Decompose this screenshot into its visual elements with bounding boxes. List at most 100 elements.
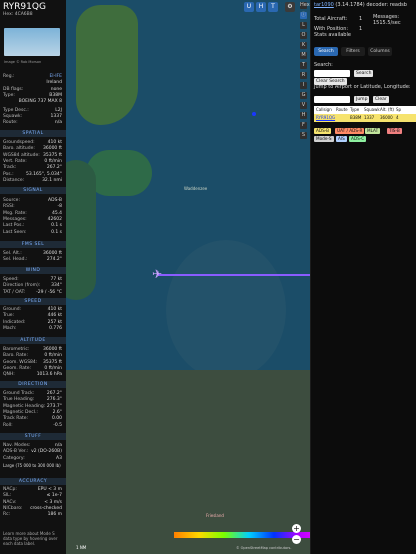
spatial-label: Distance: <box>3 177 25 183</box>
app-name[interactable]: tar1090 <box>314 2 334 8</box>
accuracy-value: < 3 m/s <box>44 499 62 505</box>
jump-label: Jump to Airport or Latitude, Longitude: <box>314 84 411 90</box>
stuff-label: Nav. Modes: <box>3 443 31 448</box>
section-direction: DIRECTION <box>0 381 66 388</box>
accuracy-row: Rc: 186 m <box>3 512 62 518</box>
clear-button[interactable]: Clear <box>373 96 389 103</box>
wind-value: 334° <box>51 283 62 289</box>
altitude-label: Barometric: <box>3 347 30 352</box>
side-button-6[interactable]: T <box>300 62 307 69</box>
search-button[interactable]: Search <box>354 70 374 77</box>
side-button-7[interactable]: R <box>300 72 307 79</box>
table-cell-2: B38M <box>350 115 362 120</box>
accuracy-value: 186 m <box>47 512 62 518</box>
spatial-label: Track: <box>3 165 17 171</box>
app-version: (3.14.1784) decoder: readsb <box>335 2 407 8</box>
app-title[interactable]: tar1090 (3.14.1784) decoder: readsb <box>314 2 407 8</box>
side-button-13[interactable]: S <box>300 132 307 139</box>
badge-5: AIS <box>336 136 347 142</box>
fms-label: Sel. Alt.: <box>3 251 22 256</box>
signal-value: ADS-B <box>48 198 62 203</box>
table-header-5[interactable]: Sp <box>396 106 401 114</box>
spatial-row: Pos.: 53.165°, 5.034° <box>3 172 62 178</box>
route: n/a <box>54 120 62 125</box>
settings-icon[interactable]: ⚙ <box>285 2 295 12</box>
badge-2: MLAT <box>365 128 381 134</box>
aircraft-icon[interactable]: ✈ <box>152 267 162 281</box>
map-button-h[interactable]: H <box>256 2 266 12</box>
speed-value: 0.776 <box>49 325 62 331</box>
country: Ireland <box>46 80 62 85</box>
altitude-label: Geom. WGS84: <box>3 359 38 365</box>
section-altitude: ALTITUDE <box>0 337 66 344</box>
tab-columns[interactable]: Columns <box>368 47 392 56</box>
map-view[interactable]: ✈ Waddenzee Friesland U H T ⚙ 1 NM © Ope… <box>66 0 310 554</box>
altitude-label: Geom. Rate: <box>3 365 32 371</box>
side-button-9[interactable]: G <box>300 92 307 99</box>
side-button-8[interactable]: I <box>300 82 307 89</box>
table-row[interactable]: RYR91QG B38M 1337 36000 4 <box>314 114 416 122</box>
jump-input[interactable] <box>314 96 350 103</box>
accuracy-label: NACv: <box>3 499 17 505</box>
aircraft-photo[interactable] <box>4 28 60 56</box>
table-header-0[interactable]: Callsign <box>316 106 332 114</box>
signal-value: 45.4 <box>51 210 62 216</box>
direction-label: Track Rate: <box>3 416 29 422</box>
side-button-0[interactable]: Hex <box>300 2 310 9</box>
side-button-10[interactable]: V <box>300 102 307 109</box>
accuracy-row: NICbaro: cross-checked <box>3 506 62 512</box>
side-button-3[interactable]: O <box>300 32 307 39</box>
direction-row: Magnetic Decl.: 2.6° <box>3 410 62 416</box>
position-marker <box>252 112 256 116</box>
table-header-4[interactable]: Alt. (ft) <box>380 106 394 114</box>
coast-west <box>66 160 96 300</box>
direction-row: Track Rate: 0.00 <box>3 416 62 422</box>
shoal-area <box>166 240 286 380</box>
table-header-1[interactable]: Route <box>336 106 348 114</box>
signal-label: Messages: <box>3 216 27 222</box>
stuff-value: v2 (DO-260B) <box>31 449 62 455</box>
search-label: Search: <box>314 62 333 68</box>
altitude-value: 1013.6 hPa <box>36 372 62 378</box>
accuracy-label: NICbaro: <box>3 505 23 511</box>
altitude-value: 0 ft/min <box>44 353 62 359</box>
registration[interactable]: EI-IFE <box>49 74 62 79</box>
table-header-3[interactable]: Squawk <box>364 106 380 114</box>
spatial-row: Track: 267.2° <box>3 165 62 171</box>
zoom-in-button[interactable]: + <box>292 524 301 533</box>
table-header-2[interactable]: Type <box>350 106 359 114</box>
side-button-2[interactable]: L <box>300 22 307 29</box>
direction-value: 273.7° <box>46 403 62 409</box>
squawk: 1337 <box>50 114 62 119</box>
table-cell-0: RYR91QG <box>316 115 336 120</box>
search-input[interactable] <box>314 70 350 77</box>
side-button-1[interactable]: ⓘ <box>300 12 307 19</box>
map-label-2: Friesland <box>206 513 224 518</box>
map-button-t[interactable]: T <box>268 2 278 12</box>
altitude-row: Geom. WGS84: 35375 ft <box>3 360 62 366</box>
side-button-12[interactable]: F <box>300 122 307 129</box>
tab-filters[interactable]: Filters <box>341 47 365 56</box>
side-button-11[interactable]: H <box>300 112 307 119</box>
tab-search[interactable]: Search <box>314 47 338 56</box>
section-stuff: STUFF <box>0 433 66 440</box>
spatial-row: Distance: 32.1 nmi <box>3 178 62 184</box>
wind-value: 77 kt <box>50 277 62 282</box>
map-button-u[interactable]: U <box>244 2 254 12</box>
badge-0: ADS-B <box>314 128 331 134</box>
spatial-label: WGS84 altitude: <box>3 152 40 158</box>
signal-value: 0.1 s <box>51 223 62 229</box>
altitude-label: QNH: <box>3 372 15 378</box>
stats-link[interactable]: Stats available <box>314 32 351 38</box>
signal-row: Last Pos.: 0.1 s <box>3 223 62 229</box>
zoom-out-button[interactable]: − <box>292 535 301 544</box>
category-desc: Large (75 000 to 300 000 lb) <box>3 463 61 468</box>
side-button-4[interactable]: K <box>300 42 307 49</box>
side-button-5[interactable]: M <box>300 52 307 59</box>
jump-button[interactable]: Jump <box>354 96 370 103</box>
wind-label: Direction (from): <box>3 283 41 289</box>
altitude-value: 0 ft/min <box>44 365 62 371</box>
wind-row: TAT / OAT: -29 / -56 °C <box>3 290 62 296</box>
total-label: Total Aircraft: <box>314 16 348 22</box>
spatial-value: 53.165°, 5.034° <box>26 171 62 177</box>
